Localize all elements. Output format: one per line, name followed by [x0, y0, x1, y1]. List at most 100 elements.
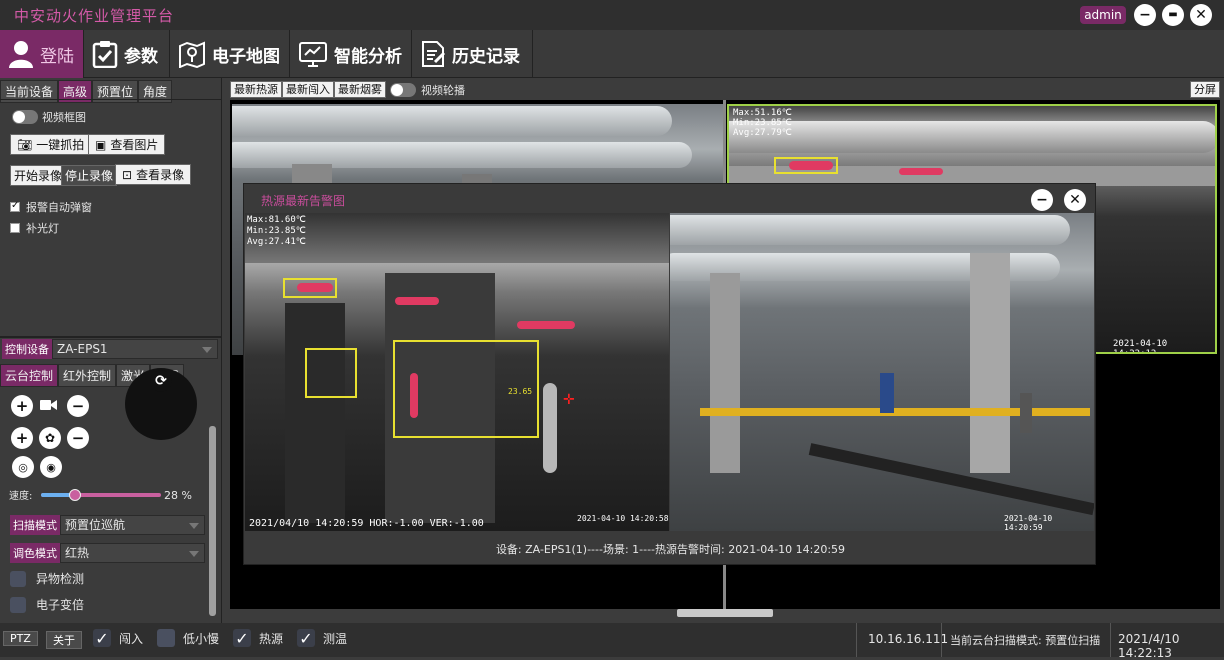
intrusion-check-row[interactable]: ✓ 闯入 [93, 629, 144, 648]
zoom-out-icon[interactable]: − [67, 395, 89, 417]
ip-address: 10.16.16.111 [868, 632, 949, 646]
snapshot-label: 一键抓拍 [36, 138, 85, 152]
status-bar: PTZ 关于 ✓ 闯入 低小慢 ✓ 热源 ✓ 测温 10.16.16.111 当… [0, 623, 1224, 660]
popup-thermal-time: 2021-04-10 14:20:58 [577, 514, 669, 523]
view-record-button[interactable]: ⊡ 查看录像 [115, 164, 192, 185]
video-poll-label: 视频轮播 [421, 84, 465, 97]
nav-map[interactable]: 电子地图 [170, 30, 290, 78]
ptz-button[interactable]: PTZ [3, 631, 38, 646]
view-image-button[interactable]: ▣ 查看图片 [88, 134, 166, 155]
tab-infrared-control[interactable]: 红外控制 [58, 364, 117, 387]
start-record-button[interactable]: 开始录像 [10, 165, 67, 186]
nav-login-label: 登陆 [40, 46, 74, 67]
popup-minimize-icon[interactable]: − [1031, 189, 1053, 211]
speed-label: 速度: [9, 491, 33, 502]
check-icon[interactable]: ✓ [93, 629, 111, 648]
video-poll-toggle[interactable] [390, 83, 416, 97]
intrusion-label: 闯入 [119, 631, 144, 646]
thermal-avg: Avg:27.79℃ [733, 128, 792, 138]
user-badge[interactable]: admin [1080, 6, 1126, 24]
nav-params[interactable]: 参数 [84, 30, 170, 78]
nav-analysis[interactable]: 智能分析 [290, 30, 412, 78]
heat-alarm-popup: 热源最新告警图 − ✕ 23.65 ✛ Max:81.60℃ Min:23.85… [243, 183, 1096, 565]
left-panel: 当前设备 高级 预置位 角度 视频框图 📷︎ 一键抓拍 ▣ 查看图片 开始录像 停止… [0, 78, 222, 623]
left-panel-scrollbar[interactable] [209, 426, 216, 616]
low-slow-check-row[interactable]: 低小慢 [157, 629, 219, 647]
low-slow-checkbox[interactable] [157, 629, 175, 647]
ptz-joystick[interactable]: ⟳ [125, 368, 197, 440]
control-device-select[interactable]: ZA-EPS1 [52, 339, 218, 359]
scan-mode-label: 扫描模式 [10, 515, 60, 535]
foreign-detect-checkbox[interactable] [10, 570, 26, 587]
stop-record-button[interactable]: 停止录像 [61, 165, 118, 186]
popup-thermal-hud: 2021/04/10 14:20:59 HOR:-1.00 VER:-1.00 [249, 518, 484, 529]
tab-ptz-control[interactable]: 云台控制 [0, 364, 59, 387]
popup-title: 热源最新告警图 [261, 194, 346, 208]
focus-icon: ✿ [39, 427, 61, 449]
zoom-in-icon[interactable]: + [11, 395, 33, 417]
latest-heat-button[interactable]: 最新热源 [230, 81, 282, 98]
fill-light-checkbox[interactable] [10, 223, 20, 233]
video-frame-toggle[interactable] [12, 110, 38, 124]
main-nav: 登陆 参数 电子地图 智能分析 历史记录 [0, 30, 1224, 78]
heat-label: 热源 [259, 631, 284, 646]
thermal-min: Min:23.85℃ [733, 118, 792, 128]
rotate-icon[interactable]: ⟳ [150, 370, 172, 392]
digital-zoom-checkbox[interactable] [10, 596, 26, 613]
check-icon[interactable]: ✓ [297, 629, 315, 648]
document-edit-icon [422, 41, 446, 67]
low-slow-label: 低小慢 [183, 631, 220, 646]
close-icon[interactable]: ✕ [1190, 4, 1212, 26]
grid-splitter-handle[interactable] [677, 609, 773, 617]
auto-popup-row[interactable]: 报警自动弹窗 [10, 199, 92, 215]
iris-close-icon[interactable]: ◉ [40, 456, 62, 478]
view-record-label: 查看录像 [136, 168, 185, 182]
snapshot-button[interactable]: 📷︎ 一键抓拍 [10, 134, 92, 155]
video-timestamp: 2021-04-10 14:22:12 [1113, 339, 1168, 354]
foreign-detect-label: 异物检测 [36, 572, 85, 586]
monitor-analysis-icon [299, 42, 327, 67]
thermal-max: Max:51.16℃ [733, 108, 792, 118]
scan-mode-row: 扫描模式 预置位巡航 [10, 514, 205, 536]
visible-alarm-image: 2021-04-10 14:20:59 [670, 213, 1094, 531]
foreign-detect-row[interactable]: 异物检测 [10, 570, 84, 587]
status-datetime: 2021/4/10 14:22:13 [1118, 632, 1180, 660]
video-poll-row: 视频轮播 [390, 82, 465, 98]
fill-light-row[interactable]: 补光灯 [10, 220, 59, 236]
clipboard-check-icon [92, 41, 118, 68]
check-icon[interactable]: ✓ [233, 629, 251, 648]
popup-thermal-min: Min:23.85℃ [247, 226, 306, 236]
about-button[interactable]: 关于 [46, 631, 82, 649]
focus-in-icon[interactable]: + [11, 427, 33, 449]
latest-intrusion-button[interactable]: 最新闯入 [282, 81, 334, 98]
fill-light-label: 补光灯 [26, 222, 59, 235]
scan-mode-status: 当前云台扫描模式: 预置位扫描 [950, 634, 1101, 647]
minimize-icon[interactable]: − [1134, 4, 1156, 26]
digital-zoom-row[interactable]: 电子变倍 [10, 596, 84, 613]
popup-close-icon[interactable]: ✕ [1064, 189, 1086, 211]
temp-check-row[interactable]: ✓ 测温 [297, 629, 347, 648]
view-image-label: 查看图片 [110, 138, 159, 152]
camera-zoom-icon [40, 398, 58, 412]
nav-login[interactable]: 登陆 [0, 30, 84, 78]
popup-visible-time: 2021-04-10 14:20:59 [1004, 514, 1053, 531]
popup-caption: 设备: ZA-EPS1(1)----场景: 1----热源告警时间: 2021-… [495, 543, 846, 556]
restore-icon[interactable]: ▬ [1162, 4, 1184, 26]
scan-mode-select[interactable]: 预置位巡航 [60, 515, 205, 535]
latest-smoke-button[interactable]: 最新烟雾 [334, 81, 386, 98]
focus-out-icon[interactable]: − [67, 427, 89, 449]
map-pin-icon [179, 41, 205, 68]
camera-icon: 📷︎ [17, 137, 33, 152]
color-mode-row: 调色模式 红热 [10, 542, 205, 564]
auto-popup-checkbox[interactable] [10, 200, 20, 212]
nav-history[interactable]: 历史记录 [412, 30, 533, 78]
temp-readout: 23.65 [508, 387, 533, 396]
video-frame-row: 视频框图 [12, 109, 86, 125]
color-mode-select[interactable]: 红热 [60, 543, 205, 563]
speed-slider-handle[interactable] [68, 489, 81, 501]
heat-check-row[interactable]: ✓ 热源 [233, 629, 284, 648]
popup-thermal-avg: Avg:27.41℃ [247, 237, 306, 247]
control-device-label: 控制设备 [2, 339, 52, 359]
iris-open-icon[interactable]: ◎ [12, 456, 34, 478]
split-screen-button[interactable]: 分屏 [1190, 81, 1220, 98]
